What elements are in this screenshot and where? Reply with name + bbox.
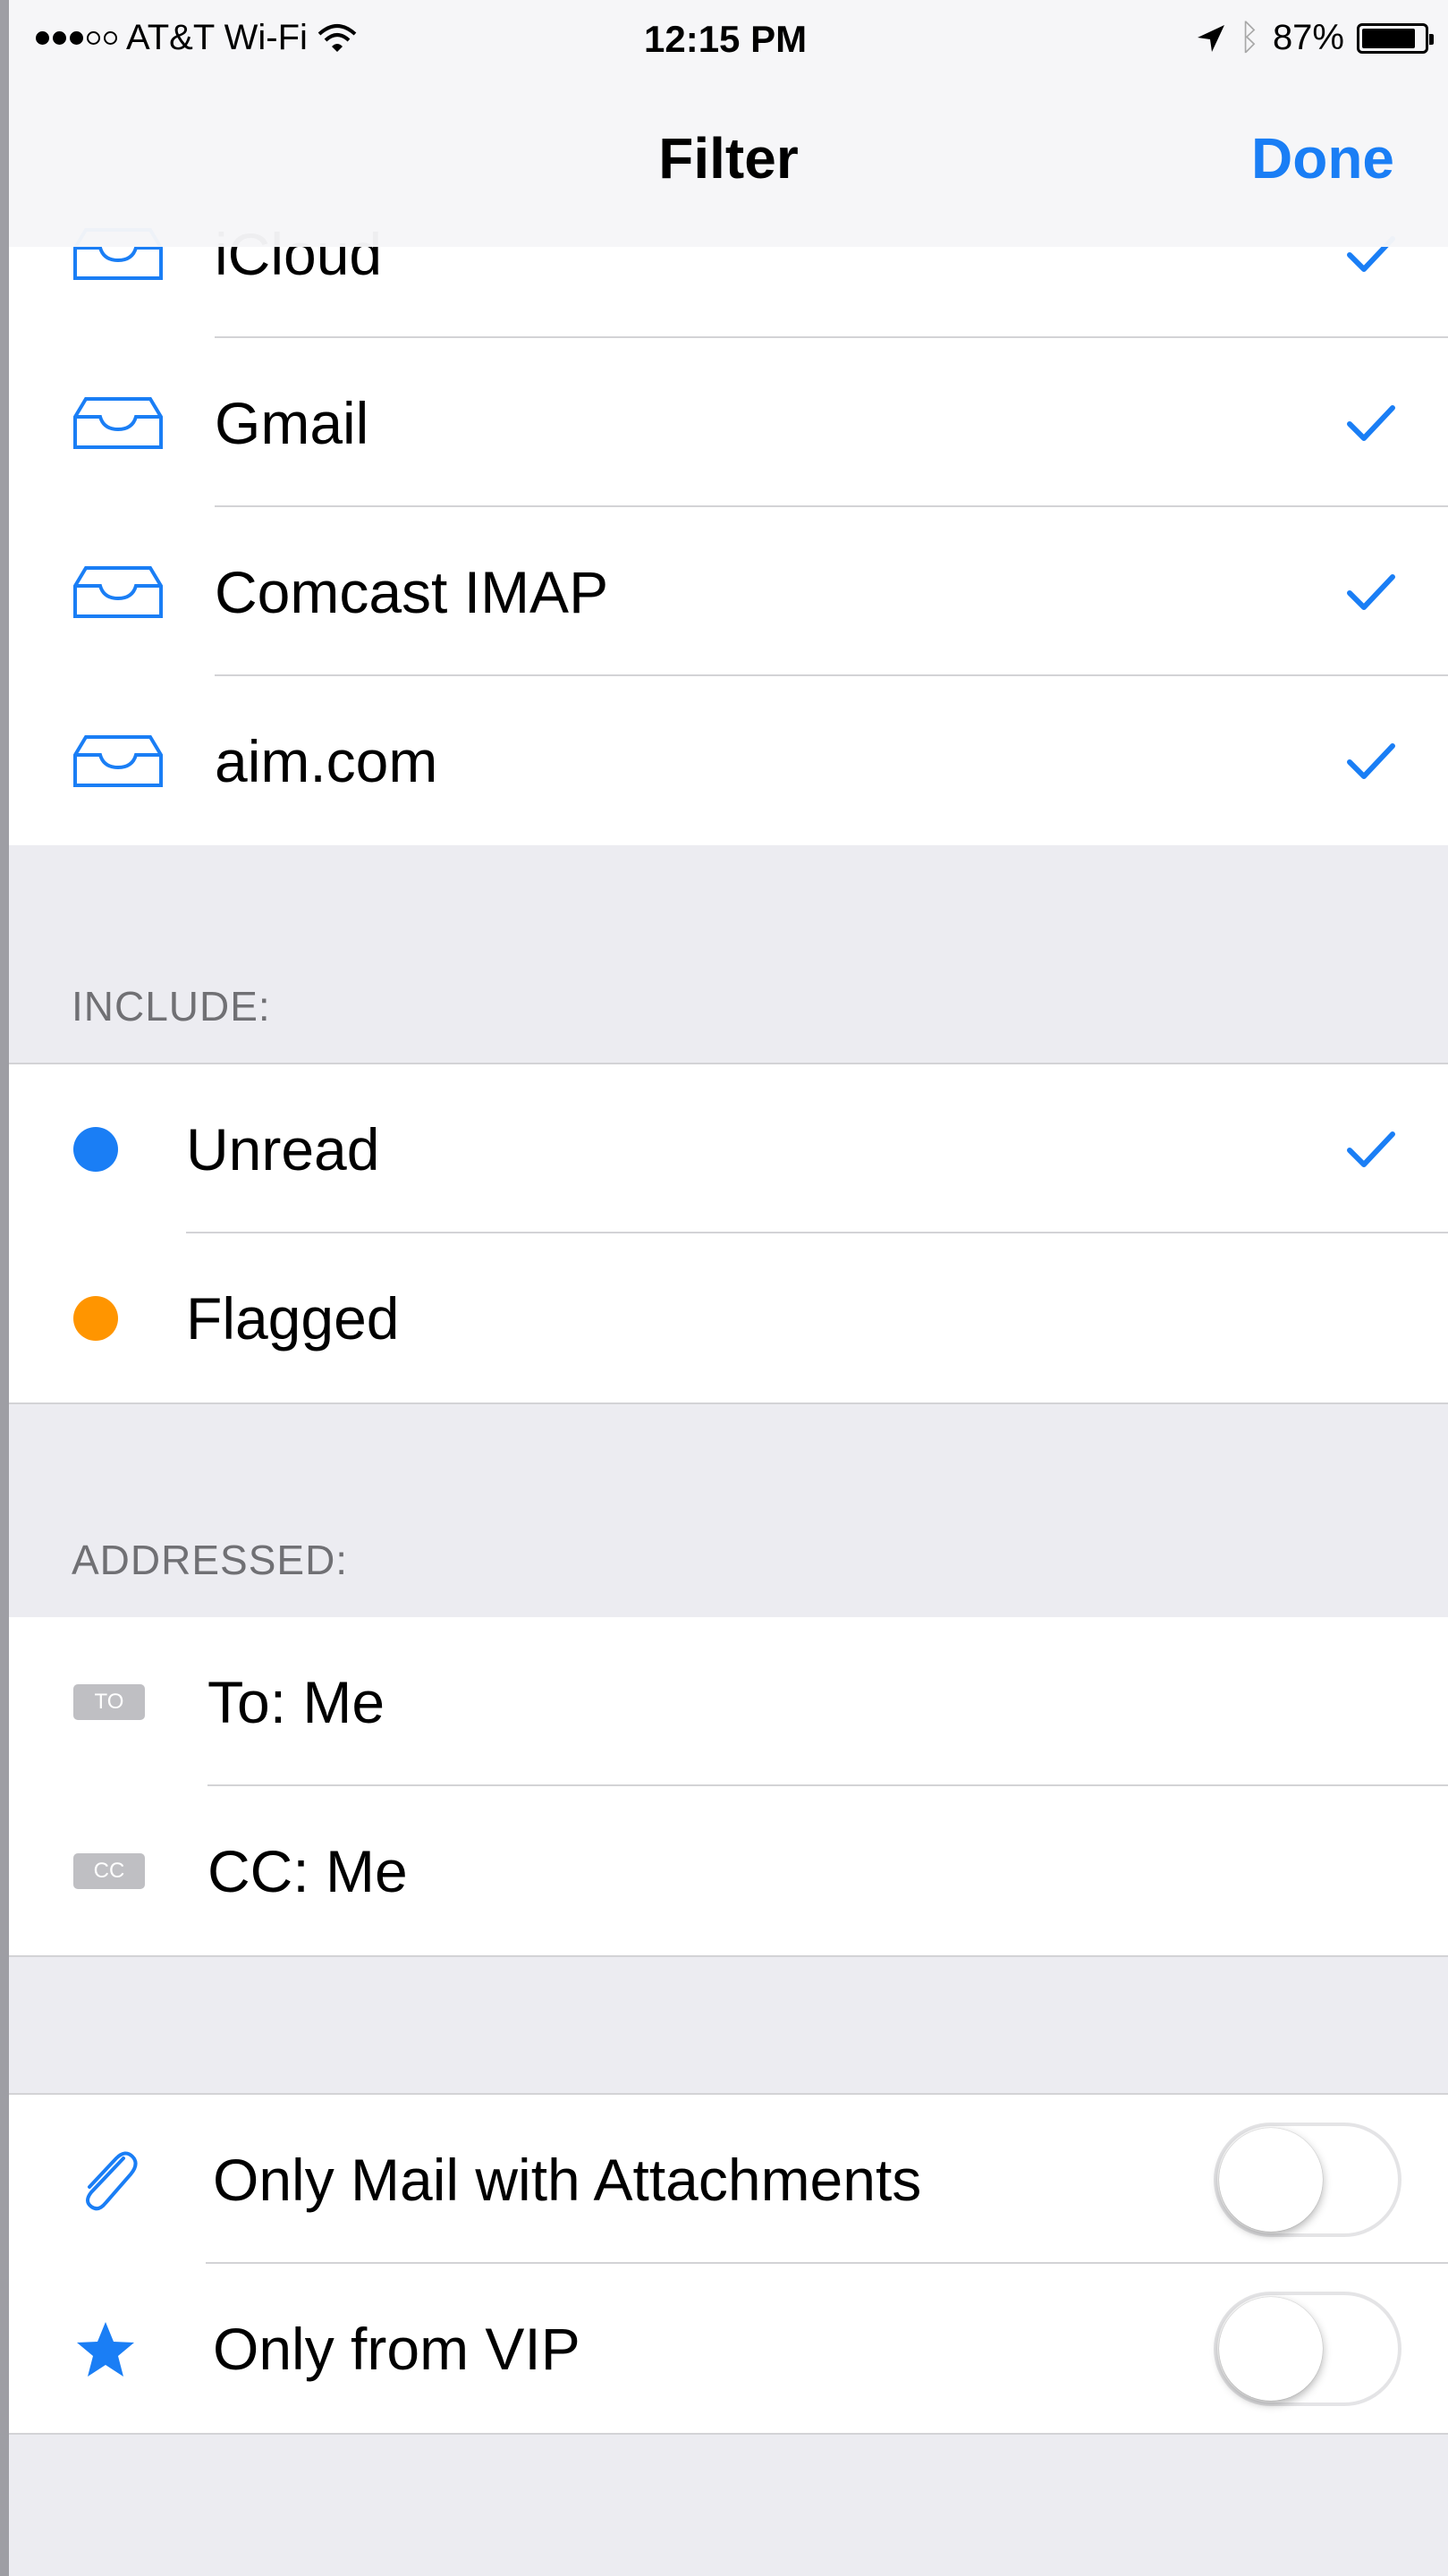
signal-dot (70, 31, 83, 45)
wifi-icon (318, 23, 357, 52)
status-time: 12:15 PM (644, 18, 808, 60)
bluetooth-icon: ᛒ (1238, 18, 1260, 57)
to-badge-icon: TO (73, 1683, 145, 1720)
status-bar: AT&T Wi-Fi 12:15 PM ᛒ 87% (9, 0, 1448, 80)
toggle-knob (1219, 2127, 1323, 2232)
account-label: Gmail (215, 389, 369, 456)
signal-dot (104, 31, 117, 45)
attachments-toggle[interactable] (1214, 2122, 1401, 2237)
addressed-row-to-me[interactable]: TO To: Me (9, 1617, 1448, 1786)
account-row-aim[interactable]: aim.com (9, 676, 1448, 845)
checkmark-icon (1344, 401, 1398, 445)
device-frame-edge (0, 0, 9, 2576)
carrier-info: AT&T Wi-Fi (36, 18, 358, 58)
carrier-name: AT&T Wi-Fi (126, 18, 308, 57)
signal-dot (87, 31, 100, 45)
checkmark-icon (1344, 570, 1398, 614)
status-indicators: ᛒ 87% (1196, 18, 1434, 58)
addressed-section: TO To: Me CC CC: Me (9, 1617, 1448, 1957)
signal-strength-icon (36, 31, 117, 45)
star-icon (77, 2321, 134, 2377)
checkmark-icon (1344, 1127, 1398, 1172)
include-section-header: INCLUDE: (72, 983, 271, 1030)
paperclip-icon (86, 2151, 138, 2210)
addressed-row-cc-me[interactable]: CC CC: Me (9, 1786, 1448, 1955)
battery-percent: 87% (1272, 18, 1344, 57)
accounts-section: iCloud Gmail Comcast IMAP aim.com (9, 169, 1448, 845)
include-label: Unread (186, 1115, 380, 1182)
inbox-tray-icon (73, 565, 163, 618)
checkmark-icon (1344, 739, 1398, 784)
header: AT&T Wi-Fi 12:15 PM ᛒ 87% Filter Done (9, 0, 1448, 247)
location-arrow-icon (1197, 24, 1224, 52)
signal-dot (36, 31, 49, 45)
include-section: Unread Flagged (9, 1063, 1448, 1404)
done-button[interactable]: Done (1251, 125, 1394, 191)
signal-dot (53, 31, 66, 45)
flag-dot-icon (73, 1295, 118, 1341)
toggle-knob (1219, 2296, 1323, 2401)
vip-toggle[interactable] (1214, 2291, 1401, 2406)
include-row-unread[interactable]: Unread (9, 1064, 1448, 1233)
addressed-label: To: Me (207, 1668, 385, 1735)
options-section: Only Mail with Attachments Only from VIP (9, 2093, 1448, 2435)
inbox-tray-icon (73, 396, 163, 449)
battery-fill (1362, 28, 1416, 48)
addressed-label: CC: Me (207, 1837, 408, 1904)
option-label: Only from VIP (213, 2315, 580, 2382)
inbox-tray-icon (73, 734, 163, 787)
include-row-flagged[interactable]: Flagged (9, 1233, 1448, 1402)
battery-tip (1429, 33, 1434, 45)
navigation-bar: Filter Done (9, 80, 1448, 247)
option-label: Only Mail with Attachments (213, 2146, 922, 2213)
account-label: Comcast IMAP (215, 558, 609, 625)
option-row-attachments: Only Mail with Attachments (9, 2095, 1448, 2264)
page-title: Filter (658, 126, 799, 191)
include-label: Flagged (186, 1284, 400, 1352)
account-label: aim.com (215, 727, 438, 794)
unread-dot-icon (73, 1126, 118, 1172)
cc-badge-icon: CC (73, 1852, 145, 1889)
account-row-gmail[interactable]: Gmail (9, 338, 1448, 507)
account-row-comcast-imap[interactable]: Comcast IMAP (9, 507, 1448, 676)
addressed-section-header: ADDRESSED: (72, 1537, 349, 1583)
battery-icon (1357, 22, 1434, 54)
option-row-vip: Only from VIP (9, 2264, 1448, 2433)
